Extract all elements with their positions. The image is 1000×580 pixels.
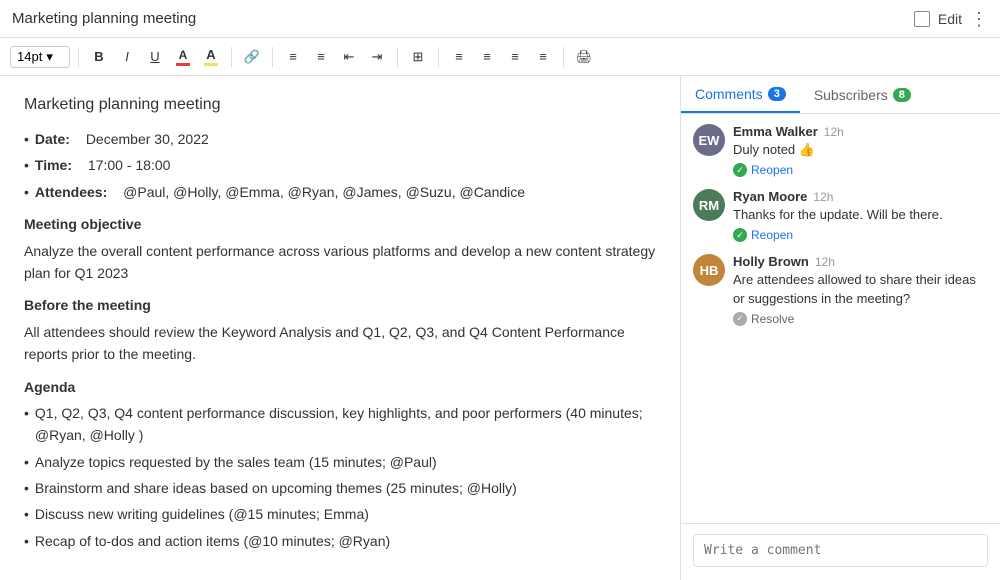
main-content: Marketing planning meeting Date: Decembe… [0,76,1000,580]
ordered-list-button[interactable]: ≡ [309,45,333,69]
list-item: Date: December 30, 2022 [24,128,656,150]
agenda-item: Brainstorm and share ideas based on upco… [24,477,656,499]
reopen-button[interactable]: Reopen [751,163,793,177]
reopen-button[interactable]: Reopen [751,228,793,242]
subscribers-badge: 8 [893,88,911,102]
comments-badge: 3 [768,87,786,101]
right-panel: Comments 3 Subscribers 8 EW Emma Walker 12… [680,76,1000,580]
check-circle-icon: ✓ [733,228,747,242]
font-size-value: 14pt [17,49,42,64]
formatting-toolbar: 14pt ▾ B I U A A 🔗 ≡ ≡ ⇤ ⇥ ⊞ ≡ ≡ ≡ ≡ 🖨 [0,38,1000,76]
document-title: Marketing planning meeting [12,10,914,27]
doc-main-title: Marketing planning meeting [24,96,656,114]
comment-header: Emma Walker 12h [733,124,988,139]
agenda-item: Recap of to-dos and action items (@10 mi… [24,530,656,552]
comment-text: Thanks for the update. Will be there. [733,206,988,224]
comment-action: ✓ Reopen [733,163,988,177]
link-button[interactable]: 🔗 [240,45,264,69]
comment-item: EW Emma Walker 12h Duly noted 👍 ✓ Reopen [693,124,988,177]
comment-time: 12h [815,255,835,269]
print-button[interactable]: 🖨 [572,45,596,69]
italic-button[interactable]: I [115,45,139,69]
comment-item: RM Ryan Moore 12h Thanks for the update. Wi… [693,189,988,242]
align-center-button[interactable]: ≡ [475,45,499,69]
bold-button[interactable]: B [87,45,111,69]
comment-text: Are attendees allowed to share their ide… [733,271,988,307]
avatar: EW [693,124,725,156]
header-actions: Edit ⋮ [914,10,988,28]
edit-button[interactable]: Edit [938,11,962,27]
document-header: Marketing planning meeting Edit ⋮ [0,0,1000,38]
comment-author: Emma Walker [733,124,818,139]
tab-bar: Comments 3 Subscribers 8 [681,76,1000,114]
unordered-list-button[interactable]: ≡ [281,45,305,69]
font-size-select[interactable]: 14pt ▾ [10,46,70,68]
document-body: Date: December 30, 2022 Time: 17:00 - 18… [24,128,656,552]
agenda-item: Analyze topics requested by the sales te… [24,451,656,473]
list-item: Attendees: @Paul, @Holly, @Emma, @Ryan, … [24,181,656,203]
comment-item: HB Holly Brown 12h Are attendees allowed to… [693,254,988,325]
toolbar-separator-6 [563,47,564,67]
toolbar-separator-2 [231,47,232,67]
avatar: RM [693,189,725,221]
agenda-heading: Agenda [24,376,656,398]
comment-time: 12h [813,190,833,204]
tab-comments-label: Comments [695,86,763,102]
align-left-button[interactable]: ≡ [447,45,471,69]
comment-header: Ryan Moore 12h [733,189,988,204]
comment-content: Holly Brown 12h Are attendees allowed to s… [733,254,988,325]
tab-subscribers-label: Subscribers [814,87,888,103]
check-circle-grey-icon: ✓ [733,312,747,326]
more-options-button[interactable]: ⋮ [970,10,988,28]
tab-subscribers[interactable]: Subscribers 8 [800,76,925,113]
font-size-chevron: ▾ [46,49,53,65]
avatar: HB [693,254,725,286]
comment-header: Holly Brown 12h [733,254,988,269]
toolbar-separator-3 [272,47,273,67]
comment-action: ✓ Resolve [733,312,988,326]
justify-button[interactable]: ≡ [531,45,555,69]
document-area: Marketing planning meeting Date: Decembe… [0,76,680,580]
comments-list: EWEmma Walker12hDuly noted 👍✓ReopenRMRya… [681,114,1000,523]
doc-info-list: Date: December 30, 2022 Time: 17:00 - 18… [24,128,656,203]
meeting-objective-text: Analyze the overall content performance … [24,240,656,285]
resolve-button[interactable]: Resolve [751,312,794,326]
comment-action: ✓ Reopen [733,228,988,242]
meeting-objective-heading: Meeting objective [24,213,656,235]
table-button[interactable]: ⊞ [406,45,430,69]
indent-button[interactable]: ⇥ [365,45,389,69]
align-right-button[interactable]: ≡ [503,45,527,69]
comment-input-area [681,523,1000,580]
comment-time: 12h [824,125,844,139]
toolbar-separator-1 [78,47,79,67]
before-meeting-heading: Before the meeting [24,294,656,316]
highlight-button[interactable]: A [199,45,223,69]
check-circle-icon: ✓ [733,163,747,177]
checkbox-icon [914,11,930,27]
comment-content: Ryan Moore 12h Thanks for the update. Will… [733,189,988,242]
comment-author: Ryan Moore [733,189,807,204]
comment-author: Holly Brown [733,254,809,269]
agenda-list: Q1, Q2, Q3, Q4 content performance discu… [24,402,656,552]
outdent-button[interactable]: ⇤ [337,45,361,69]
comment-text: Duly noted 👍 [733,141,988,159]
tab-comments[interactable]: Comments 3 [681,76,800,113]
agenda-item: Q1, Q2, Q3, Q4 content performance discu… [24,402,656,447]
list-item: Time: 17:00 - 18:00 [24,154,656,176]
comment-content: Emma Walker 12h Duly noted 👍 ✓ Reopen [733,124,988,177]
toolbar-separator-5 [438,47,439,67]
underline-button[interactable]: U [143,45,167,69]
before-meeting-text: All attendees should review the Keyword … [24,321,656,366]
font-color-button[interactable]: A [171,45,195,69]
agenda-item: Discuss new writing guidelines (@15 minu… [24,503,656,525]
toolbar-separator-4 [397,47,398,67]
comment-input[interactable] [693,534,988,567]
